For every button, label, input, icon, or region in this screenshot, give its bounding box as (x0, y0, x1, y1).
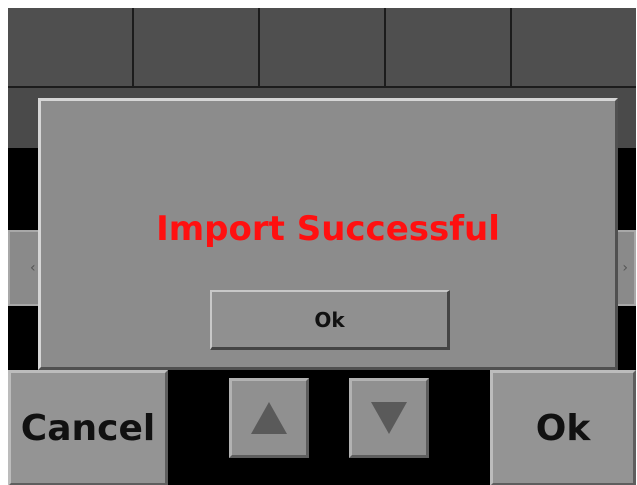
top-tab-4[interactable] (386, 8, 512, 88)
arrow-up-icon (251, 402, 287, 434)
top-tab-1[interactable] (8, 8, 134, 88)
top-tab-row (8, 8, 636, 88)
dialog-ok-button[interactable]: Ok (210, 290, 450, 350)
chevron-right-icon: › (622, 260, 628, 276)
top-tab-3[interactable] (260, 8, 386, 88)
move-up-button[interactable] (229, 378, 309, 458)
move-down-button[interactable] (349, 378, 429, 458)
arrow-down-icon (371, 402, 407, 434)
top-tab-5[interactable] (512, 8, 636, 88)
device-screen: ‹ › Cancel Ok Import Successful Ok (8, 8, 636, 485)
cancel-button[interactable]: Cancel (8, 370, 168, 485)
ok-button[interactable]: Ok (490, 370, 636, 485)
dialog-message: Import Successful (156, 209, 500, 249)
import-result-dialog: Import Successful Ok (38, 98, 618, 370)
chevron-left-icon: ‹ (30, 260, 36, 276)
top-tab-2[interactable] (134, 8, 260, 88)
